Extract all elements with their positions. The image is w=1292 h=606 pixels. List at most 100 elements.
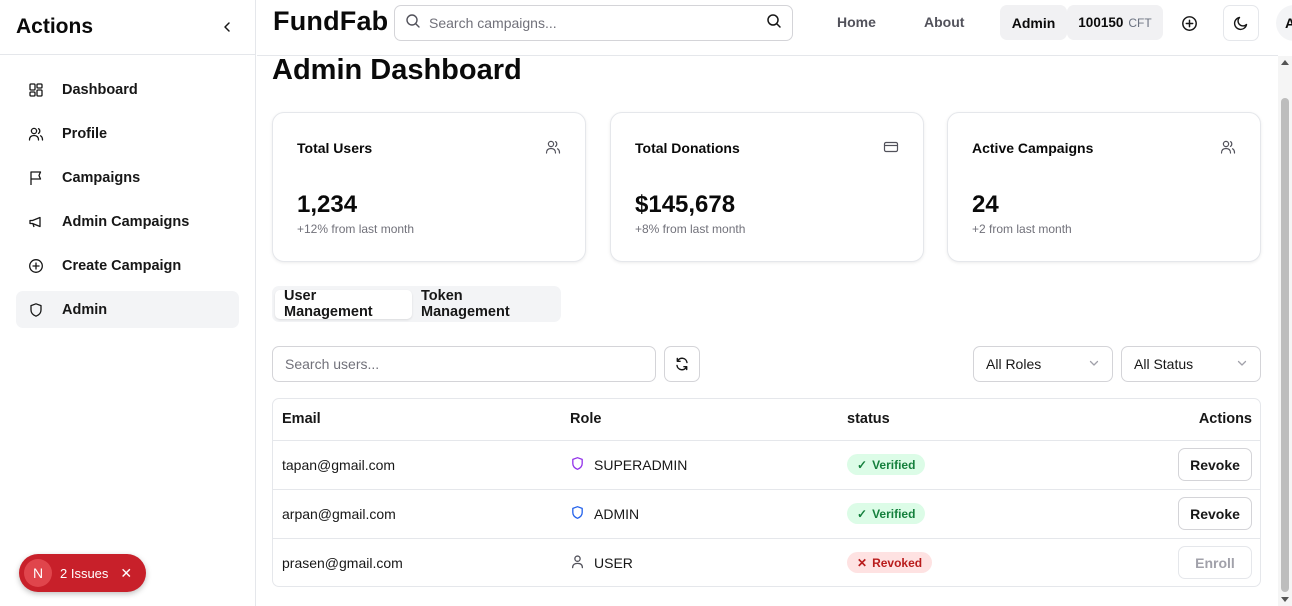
sidebar: Actions Dashboard Profile Campaigns Admi…: [0, 0, 256, 606]
user-email: arpan@gmail.com: [282, 505, 396, 522]
user-search-input[interactable]: [272, 346, 656, 382]
page-scrollbar[interactable]: [1278, 56, 1292, 606]
balance-value: 100150: [1078, 15, 1124, 30]
chevron-down-icon: [1236, 356, 1248, 372]
issues-label: 2 Issues: [60, 565, 109, 581]
table-row: prasen@gmail.com USER ✕ Revoked Enroll: [273, 538, 1260, 586]
sidebar-item-admin[interactable]: Admin: [16, 291, 239, 328]
shield-icon: [570, 456, 585, 474]
refresh-icon: [676, 357, 688, 371]
users-table: Email Role status Actions tapan@gmail.co…: [272, 398, 1261, 587]
sidebar-item-label: Campaigns: [62, 169, 141, 186]
moon-icon[interactable]: [1223, 5, 1259, 41]
sidebar-item-label: Dashboard: [62, 81, 138, 98]
flag-icon: [28, 170, 44, 186]
check-icon: ✓: [857, 506, 868, 521]
chevron-down-icon: [1088, 356, 1100, 372]
card-label: Total Donations: [635, 140, 740, 156]
balance-unit: CFT: [1128, 15, 1152, 30]
tab-user-management[interactable]: User Management: [275, 288, 413, 320]
sidebar-item-admin-campaigns[interactable]: Admin Campaigns: [16, 203, 239, 240]
shield-icon: [570, 505, 585, 523]
status-label: Revoked: [872, 555, 923, 570]
x-icon: ✕: [857, 555, 868, 570]
user-email: tapan@gmail.com: [282, 456, 396, 473]
user-status: ✓ Verified: [847, 489, 1097, 538]
plus-circle-icon[interactable]: [1171, 5, 1207, 41]
user-role: SUPERADMIN: [570, 440, 847, 489]
card-subtext: +12% from last month: [297, 222, 415, 236]
user-avatar[interactable]: A: [1276, 5, 1292, 41]
table-header-row: Email Role status Actions: [273, 399, 1260, 440]
status-badge: ✕ Revoked: [847, 552, 933, 574]
roles-filter-select[interactable]: All Roles: [973, 346, 1113, 382]
token-balance: 100150 CFT: [1067, 5, 1163, 40]
roles-filter-value: All Roles: [986, 356, 1042, 372]
user-email: prasen@gmail.com: [282, 554, 403, 571]
card-subtext: +2 from last month: [972, 222, 1072, 236]
scroll-thumb[interactable]: [1281, 98, 1289, 592]
sidebar-item-label: Create Campaign: [62, 257, 182, 274]
role-label: SUPERADMIN: [594, 456, 688, 473]
status-label: Verified: [872, 506, 916, 521]
close-icon[interactable]: ✕: [120, 565, 132, 582]
campaign-search-input[interactable]: [429, 15, 758, 31]
chevron-left-icon[interactable]: [215, 15, 239, 39]
status-filter-select[interactable]: All Status: [1121, 346, 1261, 382]
row-actions: Revoke: [1097, 440, 1260, 489]
card-label: Active Campaigns: [972, 140, 1094, 156]
sidebar-item-label: Profile: [62, 125, 108, 142]
users-icon: [1220, 139, 1236, 155]
revoke-button[interactable]: Revoke: [1178, 497, 1252, 530]
status-badge: ✓ Verified: [847, 503, 926, 524]
scroll-up-arrow-icon[interactable]: [1281, 60, 1289, 65]
sidebar-item-label: Admin Campaigns: [62, 213, 190, 230]
role-label: USER: [594, 554, 633, 571]
search-icon[interactable]: [766, 13, 782, 34]
admin-chip[interactable]: Admin: [1000, 5, 1067, 40]
sidebar-item-profile[interactable]: Profile: [16, 115, 239, 152]
sidebar-item-dashboard[interactable]: Dashboard: [16, 71, 239, 108]
stat-card-total-users: Total Users 1,234 +12% from last month: [272, 112, 586, 262]
status-badge: ✓ Verified: [847, 454, 926, 475]
user-icon: [570, 554, 585, 572]
megaphone-icon: [28, 214, 44, 230]
user-status: ✓ Verified: [847, 440, 1097, 489]
tab-token-management[interactable]: Token Management: [412, 288, 558, 320]
card-subtext: +8% from last month: [635, 222, 746, 236]
revoke-button[interactable]: Revoke: [1178, 448, 1252, 481]
users-icon: [545, 139, 561, 155]
issues-avatar: N: [24, 559, 52, 587]
app-root: Actions Dashboard Profile Campaigns Admi…: [0, 0, 1292, 606]
topbar: FundFab Home About Admin 100150 CFT A: [257, 0, 1292, 46]
row-actions: Enroll: [1097, 538, 1260, 586]
search-icon: [405, 13, 421, 34]
sidebar-nav: Dashboard Profile Campaigns Admin Campai…: [0, 55, 255, 351]
shield-icon: [28, 302, 44, 318]
card-value: 24: [972, 191, 999, 218]
card-value: 1,234: [297, 191, 358, 218]
sidebar-title: Actions: [16, 15, 94, 38]
row-actions: Revoke: [1097, 489, 1260, 538]
check-icon: ✓: [857, 457, 868, 472]
brand-logo[interactable]: FundFab: [273, 6, 388, 37]
column-header-email: Email: [282, 411, 321, 428]
credit-card-icon: [883, 139, 899, 155]
user-role: ADMIN: [570, 489, 847, 538]
enroll-button[interactable]: Enroll: [1178, 546, 1252, 580]
role-label: ADMIN: [594, 505, 640, 522]
dashboard-icon: [28, 82, 44, 98]
main-content: Admin Dashboard Total Users 1,234 +12% f…: [257, 46, 1278, 606]
scroll-down-arrow-icon[interactable]: [1281, 597, 1289, 602]
refresh-button[interactable]: [664, 346, 700, 382]
sidebar-item-create-campaign[interactable]: Create Campaign: [16, 247, 239, 284]
sidebar-header: Actions: [0, 0, 255, 55]
nav-about-link[interactable]: About: [924, 14, 964, 30]
nav-home-link[interactable]: Home: [837, 14, 876, 30]
user-status: ✕ Revoked: [847, 538, 1097, 586]
status-filter-value: All Status: [1134, 356, 1194, 372]
plus-circle-icon: [28, 258, 44, 274]
issues-indicator[interactable]: N 2 Issues ✕: [19, 554, 146, 592]
sidebar-item-campaigns[interactable]: Campaigns: [16, 159, 239, 196]
campaign-search[interactable]: [394, 5, 793, 41]
